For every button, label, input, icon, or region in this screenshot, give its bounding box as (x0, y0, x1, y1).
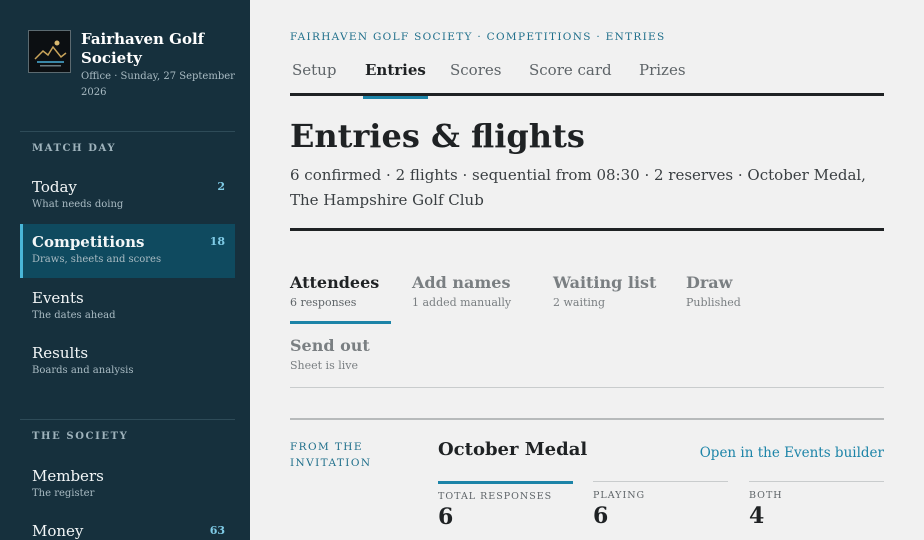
sidebar-item-events[interactable]: Events The dates ahead (20, 280, 235, 334)
sidebar-item-sub: Draws, sheets and scores (32, 254, 162, 265)
sidebar-item-label: Competitions (32, 233, 145, 251)
section-heading-match-day: MATCH DAY (32, 143, 117, 154)
subtab-waiting-list[interactable]: Waiting list 2 waiting (553, 272, 656, 311)
sidebar-item-today[interactable]: Today What needs doing 2 (20, 169, 235, 223)
page-title: Entries & flights (290, 117, 585, 155)
section-rule (290, 228, 884, 231)
golf-logo-icon (28, 30, 71, 73)
subtab-label: Attendees (290, 273, 380, 292)
from-invitation-label: FROM THE INVITATION (290, 441, 372, 469)
open-events-builder-link[interactable]: Open in the Events builder (700, 445, 884, 461)
tab-setup[interactable]: Setup (292, 61, 336, 96)
sidebar-item-label: Members (32, 467, 104, 485)
subtab-add-names[interactable]: Add names 1 added manually (412, 272, 511, 311)
subtab-draw[interactable]: Draw Published (686, 272, 741, 311)
sidebar-item-label: Events (32, 289, 84, 307)
subtab-active-indicator (290, 321, 391, 324)
sidebar-item-members[interactable]: Members The register (20, 458, 235, 512)
count-badge: 2 (217, 180, 225, 193)
brand-name: Fairhaven Golf Society (81, 30, 205, 67)
sidebar-item-results[interactable]: Results Boards and analysis (20, 335, 235, 389)
tab-prizes[interactable]: Prizes (639, 61, 686, 96)
stat-total-responses[interactable]: TOTAL RESPONSES 6 (438, 481, 573, 530)
section-rule (290, 418, 884, 420)
stat-label: TOTAL RESPONSES (438, 491, 553, 502)
sidebar-item-sub: Boards and analysis (32, 365, 134, 376)
subtab-sub: Sheet is live (290, 359, 358, 372)
sidebar-divider (20, 419, 235, 420)
sidebar-item-competitions[interactable]: Competitions Draws, sheets and scores 18 (20, 224, 235, 278)
tab-scores[interactable]: Scores (450, 61, 501, 96)
subtab-rule (290, 387, 884, 388)
sidebar-divider (20, 131, 235, 132)
stat-label: BOTH (749, 490, 783, 501)
stat-both[interactable]: BOTH 4 (749, 481, 884, 529)
count-badge: 63 (209, 524, 225, 537)
subtab-send-out[interactable]: Send out Sheet is live (290, 335, 370, 374)
sidebar-item-sub: What needs doing (32, 199, 124, 210)
subtab-sub: Published (686, 296, 741, 309)
stat-value: 6 (593, 503, 609, 529)
subtab-label: Send out (290, 336, 370, 355)
sidebar-item-label: Money (32, 522, 84, 540)
main-content: FAIRHAVEN GOLF SOCIETY · COMPETITIONS · … (290, 0, 884, 540)
sidebar: Fairhaven Golf Society Office · Sunday, … (0, 0, 250, 540)
count-badge: 18 (209, 235, 225, 248)
subtab-attendees[interactable]: Attendees 6 responses (290, 272, 379, 311)
subtab-label: Waiting list (553, 273, 657, 292)
tab-entries[interactable]: Entries (363, 61, 428, 99)
sidebar-item-sub: The dates ahead (32, 310, 116, 321)
subtab-label: Add names (412, 273, 511, 292)
brand[interactable]: Fairhaven Golf Society Office · Sunday, … (28, 30, 238, 101)
sidebar-item-sub: The register (32, 488, 95, 499)
tab-score-card[interactable]: Score card (529, 61, 612, 96)
stat-value: 4 (749, 503, 765, 529)
subtab-label: Draw (686, 273, 733, 292)
breadcrumb[interactable]: FAIRHAVEN GOLF SOCIETY · COMPETITIONS · … (290, 31, 665, 43)
brand-subtitle: Office · Sunday, 27 September 2026 (81, 71, 235, 98)
subtab-sub: 1 added manually (412, 296, 512, 309)
subtab-sub: 6 responses (290, 296, 357, 309)
sidebar-item-label: Today (32, 178, 77, 196)
stat-label: PLAYING (593, 490, 646, 501)
sidebar-item-label: Results (32, 344, 89, 362)
subtab-sub: 2 waiting (553, 296, 606, 309)
stat-playing[interactable]: PLAYING 6 (593, 481, 728, 529)
stat-value: 6 (438, 504, 454, 530)
section-heading-the-society: THE SOCIETY (32, 431, 129, 442)
tab-bar: Setup Entries Scores Score card Prizes (290, 58, 884, 99)
page-subtitle: 6 confirmed · 2 flights · sequential fro… (290, 166, 866, 209)
event-name: October Medal (438, 439, 588, 460)
sidebar-item-money[interactable]: Money 63 (20, 513, 235, 540)
